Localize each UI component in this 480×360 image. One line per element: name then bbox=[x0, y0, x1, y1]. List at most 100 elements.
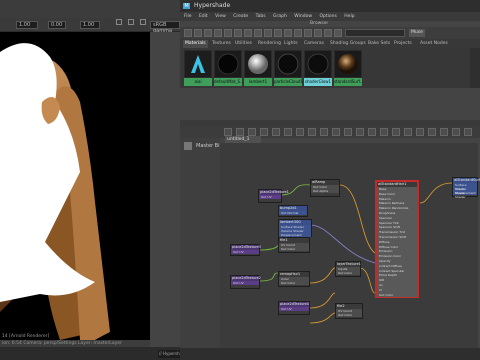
tab-textures[interactable]: Textures bbox=[210, 40, 233, 48]
graph-tool-1-icon[interactable] bbox=[224, 128, 232, 136]
swatch-particle-cloud[interactable]: particleCloud1 bbox=[274, 50, 303, 86]
graph-tool-10-icon[interactable] bbox=[332, 128, 340, 136]
menu-edit[interactable]: Edit bbox=[199, 14, 208, 19]
tab-rendering[interactable]: Rendering bbox=[256, 40, 283, 48]
search-icon[interactable] bbox=[334, 29, 342, 37]
browser-tool-5-icon[interactable] bbox=[224, 29, 232, 37]
graph-tool-19-icon[interactable] bbox=[440, 128, 448, 136]
node-port: Out UV bbox=[261, 195, 272, 199]
browser-tool-15-icon[interactable] bbox=[324, 29, 332, 37]
tab-cameras[interactable]: Cameras bbox=[302, 40, 326, 48]
node-place2d-2[interactable]: place2dTexture2 Out UV bbox=[230, 275, 261, 289]
graph-tool-15-icon[interactable] bbox=[392, 128, 400, 136]
swatch-scrollbar[interactable] bbox=[470, 48, 480, 88]
browser-tool-6-icon[interactable] bbox=[234, 29, 242, 37]
browser-tool-9-icon[interactable] bbox=[264, 29, 272, 37]
node-lambert3sg[interactable]: lambert3SG Surface Shader Volume Shader Di… bbox=[278, 219, 312, 241]
browser-tool-3-icon[interactable] bbox=[204, 29, 212, 37]
graph-tool-14-icon[interactable] bbox=[380, 128, 388, 136]
window-title-text: Hypershade bbox=[194, 2, 231, 9]
browser-tool-4-icon[interactable] bbox=[214, 29, 222, 37]
graph-tool-16-icon[interactable] bbox=[404, 128, 412, 136]
node-port: Out UV bbox=[281, 307, 292, 311]
node-place2d-1[interactable]: place2dTexture1 Out UV bbox=[258, 189, 289, 203]
menu-tabs[interactable]: Tabs bbox=[256, 14, 266, 19]
node-place2d-4[interactable]: place2dTexture4 Out UV bbox=[278, 301, 310, 315]
menu-file[interactable]: File bbox=[184, 14, 192, 19]
exposure-field[interactable]: 1.00 bbox=[16, 21, 38, 29]
graph-tool-8-icon[interactable] bbox=[308, 128, 316, 136]
graph-tool-18-icon[interactable] bbox=[428, 128, 436, 136]
node-standard-surface-sg[interactable]: aiStandardSurface2SG Surface ShaderVolum… bbox=[452, 177, 480, 199]
viewport-button-c[interactable] bbox=[140, 19, 146, 25]
graph-tool-17-icon[interactable] bbox=[416, 128, 424, 136]
menu-options[interactable]: Options bbox=[319, 14, 336, 19]
node-ai-ramp[interactable]: aiRamp Out Color Out Alpha bbox=[310, 179, 340, 197]
browser-empty-area bbox=[180, 88, 480, 120]
browser-search-input[interactable] bbox=[345, 29, 405, 37]
node-ai-standard-hair[interactable]: aiStandardHair1 Base Base Color Melanin Mel… bbox=[375, 180, 419, 298]
graph-tool-13-icon[interactable] bbox=[368, 128, 376, 136]
menu-view[interactable]: View bbox=[215, 14, 226, 19]
browser-tool-1-icon[interactable] bbox=[184, 29, 192, 37]
swatch-label: lambert1 bbox=[244, 78, 272, 86]
node-bump2d[interactable]: bump2d1 Out Normal bbox=[278, 205, 308, 217]
browser-tool-12-icon[interactable] bbox=[294, 29, 302, 37]
arnold-logo-icon bbox=[185, 51, 211, 77]
tab-lights[interactable]: Lights bbox=[282, 40, 300, 48]
swatch-lambert1[interactable]: lambert1 bbox=[244, 50, 272, 86]
node-file2[interactable]: file2 UV Coord Out Color bbox=[335, 303, 363, 319]
node-port: Out UV bbox=[233, 250, 244, 254]
swatch-label: shaderGlow1 bbox=[304, 78, 332, 86]
graph-tool-2-icon[interactable] bbox=[236, 128, 244, 136]
browser-tool-7-icon[interactable] bbox=[244, 29, 252, 37]
tab-bake-sets[interactable]: Bake Sets bbox=[366, 40, 392, 48]
node-place2d-3[interactable]: place2dTexture3 Out UV bbox=[230, 244, 261, 256]
swatch-standard-surface[interactable]: standardSurf... bbox=[334, 50, 363, 86]
browser-tool-14-icon[interactable] bbox=[314, 29, 322, 37]
node-port: Out Color bbox=[281, 281, 296, 285]
swatch-default-mat[interactable]: defaultMat_S... bbox=[214, 50, 244, 86]
graph-tool-12-icon[interactable] bbox=[356, 128, 364, 136]
node-port: Out Color bbox=[338, 271, 353, 275]
tab-materials[interactable]: Materials bbox=[183, 40, 208, 48]
material-preview-icon bbox=[335, 51, 361, 77]
search-button[interactable]: Muse bbox=[409, 29, 425, 37]
graph-tool-3-icon[interactable] bbox=[248, 128, 256, 136]
tab-projects[interactable]: Projects bbox=[392, 40, 414, 48]
menu-create[interactable]: Create bbox=[233, 14, 248, 19]
tab-utilities[interactable]: Utilities bbox=[233, 40, 254, 48]
browser-tool-2-icon[interactable] bbox=[194, 29, 202, 37]
swatch-shader-glow[interactable]: shaderGlow1 bbox=[304, 50, 332, 86]
menu-help[interactable]: Help bbox=[344, 14, 354, 19]
node-layer-texture[interactable]: layerTexture1 Inputs Out Color bbox=[335, 261, 361, 277]
scale-field[interactable]: 1.00 bbox=[80, 21, 100, 29]
swatch-aiai[interactable]: aiai bbox=[184, 50, 212, 86]
graph-tab[interactable]: untitled_1 bbox=[225, 136, 261, 143]
menu-graph[interactable]: Graph bbox=[273, 14, 287, 19]
graph-tool-9-icon[interactable] bbox=[320, 128, 328, 136]
tab-shading-groups[interactable]: Shading Groups bbox=[328, 40, 368, 48]
graph-tool-6-icon[interactable] bbox=[284, 128, 292, 136]
render-view[interactable] bbox=[0, 32, 150, 340]
graph-tool-21-icon[interactable] bbox=[464, 128, 472, 136]
node-graph[interactable]: place2dTexture1 Out UV aiRamp Out Color O… bbox=[220, 143, 480, 348]
graph-tool-4-icon[interactable] bbox=[260, 128, 268, 136]
graph-tool-5-icon[interactable] bbox=[272, 128, 280, 136]
node-file1[interactable]: file1 UV Coord Out Color bbox=[278, 237, 310, 253]
graph-tool-7-icon[interactable] bbox=[296, 128, 304, 136]
colorspace-select[interactable]: sRGB gamma bbox=[150, 21, 180, 34]
command-output[interactable]: // Hypersh bbox=[158, 350, 180, 358]
gamma-field[interactable]: 0.00 bbox=[48, 21, 66, 29]
menu-window[interactable]: Window bbox=[294, 14, 312, 19]
graph-tool-11-icon[interactable] bbox=[344, 128, 352, 136]
node-remap-hsv[interactable]: remapHsv1 Color Out Color bbox=[278, 271, 310, 287]
graph-tool-20-icon[interactable] bbox=[452, 128, 460, 136]
browser-tool-11-icon[interactable] bbox=[284, 29, 292, 37]
browser-tool-13-icon[interactable] bbox=[304, 29, 312, 37]
browser-tool-8-icon[interactable] bbox=[254, 29, 262, 37]
browser-tool-10-icon[interactable] bbox=[274, 29, 282, 37]
tab-asset-nodes[interactable]: Asset Nodes bbox=[418, 40, 450, 48]
viewport-button-b[interactable] bbox=[128, 19, 134, 25]
viewport-button-a[interactable] bbox=[116, 19, 122, 25]
